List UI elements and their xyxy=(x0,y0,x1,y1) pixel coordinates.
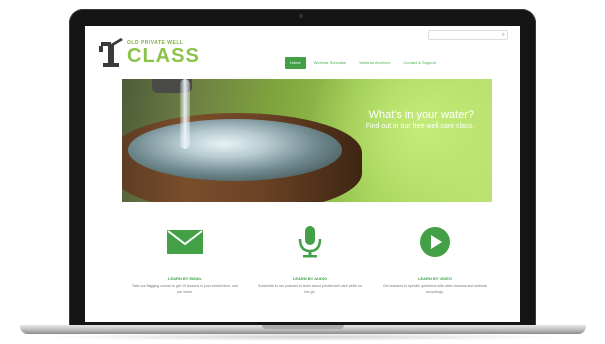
nav-contact-support[interactable]: Contact & Support xyxy=(398,57,441,69)
hero-water xyxy=(128,119,342,181)
nav-home[interactable]: Home xyxy=(285,57,306,69)
feature-video-desc: Get answers to specific questions with v… xyxy=(382,284,488,294)
search-input[interactable]: ⌕ xyxy=(428,30,508,40)
well-pump-icon xyxy=(99,38,123,67)
feature-audio[interactable]: LEARN BY AUDIO Subscribe to our podcast … xyxy=(250,221,370,311)
laptop-screen: ⌕ OLD PRIVATE WELL CLASS Home Webinar Sc… xyxy=(85,26,520,322)
laptop-shadow xyxy=(40,333,566,341)
search-icon[interactable]: ⌕ xyxy=(502,31,505,39)
nav-webinar-schedule[interactable]: Webinar Schedule xyxy=(309,57,352,69)
hero-water-stream xyxy=(180,79,190,149)
feature-audio-desc: Subscribe to our podcast to learn about … xyxy=(258,284,362,294)
site-logo[interactable]: OLD PRIVATE WELL CLASS xyxy=(99,36,209,72)
laptop-lid: ⌕ OLD PRIVATE WELL CLASS Home Webinar Sc… xyxy=(69,9,536,329)
nav-webinar-archives[interactable]: Webinar Archives xyxy=(354,57,395,69)
play-icon[interactable] xyxy=(417,226,453,258)
main-nav: Home Webinar Schedule Webinar Archives C… xyxy=(285,57,441,69)
microphone-icon[interactable] xyxy=(292,226,328,258)
feature-video-title[interactable]: LEARN BY VIDEO xyxy=(375,276,495,281)
hero-title: What's in your water? xyxy=(368,109,474,121)
logo-wordmark: CLASS xyxy=(127,45,200,67)
webcam xyxy=(299,14,303,18)
hero-subtitle: Find out in our free well care class. xyxy=(365,123,474,130)
feature-email-desc: Take our flagging course to get 10 lesso… xyxy=(131,284,239,294)
feature-audio-title[interactable]: LEARN BY AUDIO xyxy=(250,276,370,281)
feature-row: LEARN BY EMAIL Take our flagging course … xyxy=(125,221,495,311)
feature-email-title[interactable]: LEARN BY EMAIL xyxy=(125,276,245,281)
envelope-icon[interactable] xyxy=(167,226,203,258)
hero-banner: What's in your water? Find out in our fr… xyxy=(122,79,492,202)
laptop-base-notch xyxy=(262,325,344,329)
feature-video[interactable]: LEARN BY VIDEO Get answers to specific q… xyxy=(375,221,495,311)
feature-email[interactable]: LEARN BY EMAIL Take our flagging course … xyxy=(125,221,245,311)
